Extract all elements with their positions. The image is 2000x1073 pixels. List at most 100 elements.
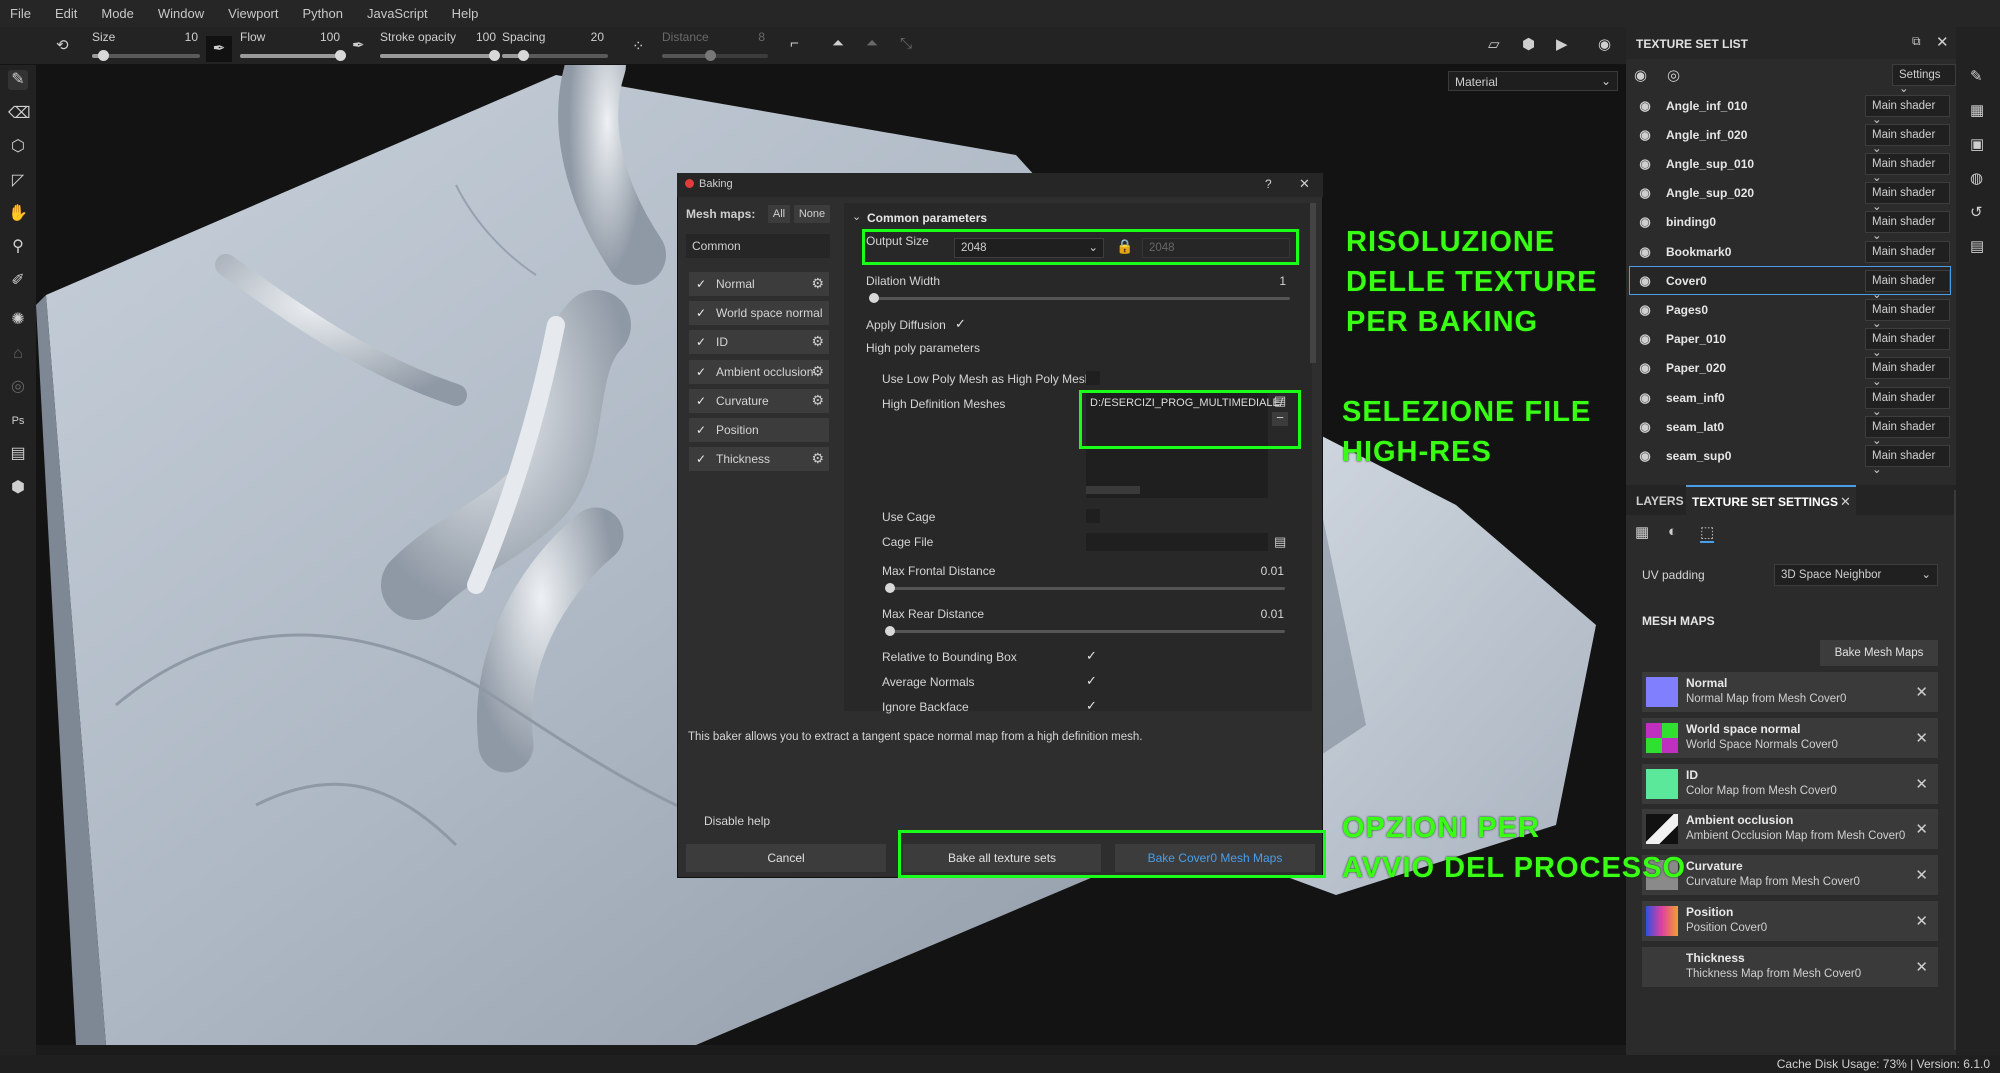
eye-icon[interactable]: ◉ bbox=[1630, 273, 1660, 289]
shader-select[interactable]: Main shader ⌄ bbox=[1865, 123, 1950, 155]
eye-icon[interactable]: ◉ bbox=[1630, 448, 1660, 464]
eye-icon[interactable]: ◉ bbox=[1630, 244, 1660, 260]
shader-select[interactable]: Main shader ⌄ bbox=[1865, 444, 1950, 476]
settings-icon[interactable]: ⚙ bbox=[811, 392, 824, 409]
eye-icon[interactable]: ◉ bbox=[1630, 214, 1660, 230]
eye-icon[interactable]: ◉ bbox=[1630, 331, 1660, 347]
max-frontal-value[interactable]: 0.01 bbox=[1226, 564, 1284, 578]
chevron-down-icon[interactable]: ⌄ bbox=[852, 210, 861, 223]
close-icon[interactable]: ✕ bbox=[1936, 33, 1949, 51]
shader-select[interactable]: Main shader ⌄ bbox=[1865, 240, 1950, 272]
spacing-value[interactable]: 20 bbox=[564, 30, 604, 44]
flow-pressure-icon[interactable]: ✒ bbox=[352, 36, 365, 54]
display-settings-icon[interactable]: ▣ bbox=[1970, 135, 1984, 153]
alignment-icon[interactable]: ⌐ bbox=[790, 35, 799, 52]
undock-icon[interactable]: ⧉ bbox=[1912, 34, 1921, 49]
camera-mode-icon[interactable]: ⬢ bbox=[1522, 35, 1535, 53]
dilation-slider[interactable] bbox=[869, 293, 1290, 303]
projection-icon[interactable]: ⬡ bbox=[8, 137, 28, 157]
baking-map-item[interactable]: ✓ World space normal bbox=[689, 301, 829, 326]
menu-help[interactable]: Help bbox=[452, 6, 479, 21]
settings-icon[interactable]: ⚙ bbox=[811, 333, 824, 350]
map-checkbox[interactable]: ✓ bbox=[696, 452, 710, 466]
close-icon[interactable]: ✕ bbox=[1915, 729, 1928, 747]
history-icon[interactable]: ↺ bbox=[1970, 203, 1983, 221]
eye-icon[interactable]: ◉ bbox=[1630, 390, 1660, 406]
bake-mesh-maps-button[interactable]: Bake Mesh Maps bbox=[1820, 640, 1938, 666]
distance-slider[interactable] bbox=[662, 50, 768, 61]
shader-select[interactable]: Main shader ⌄ bbox=[1865, 152, 1950, 184]
settings-icon[interactable]: ⚙ bbox=[811, 275, 824, 292]
bake-icon[interactable]: ✺ bbox=[8, 310, 28, 330]
menu-python[interactable]: Python bbox=[302, 6, 342, 21]
texture-set-row[interactable]: ◉ Paper_010 Main shader ⌄ bbox=[1630, 326, 1950, 359]
eye-icon[interactable]: ◉ bbox=[1630, 185, 1660, 201]
map-checkbox[interactable]: ✓ bbox=[696, 365, 710, 379]
tab-texture-set-settings[interactable]: TEXTURE SET SETTINGS ✕ bbox=[1686, 485, 1856, 515]
mesh-map-row[interactable]: Ambient occlusion Ambient Occlusion Map f… bbox=[1642, 809, 1938, 850]
shader-select[interactable]: Main shader ⌄ bbox=[1865, 211, 1950, 242]
display-mode-icon[interactable]: ▱ bbox=[1488, 35, 1500, 53]
shader-icon[interactable]: ◐ bbox=[1668, 523, 1677, 540]
pen-pressure-icon[interactable]: ✒ bbox=[206, 36, 232, 62]
disable-help-button[interactable]: Disable help bbox=[704, 814, 770, 828]
texture-set-row[interactable]: ◉ Angle_inf_010 Main shader ⌄ bbox=[1630, 92, 1950, 126]
menu-window[interactable]: Window bbox=[158, 6, 204, 21]
stroke-opacity-slider[interactable] bbox=[380, 50, 500, 61]
export-icon[interactable]: ⌂ bbox=[8, 344, 28, 364]
max-rear-value[interactable]: 0.01 bbox=[1226, 607, 1284, 621]
cancel-button[interactable]: Cancel bbox=[686, 844, 886, 872]
distance-value[interactable]: 8 bbox=[725, 30, 765, 44]
video-icon[interactable]: ▶ bbox=[1556, 35, 1568, 53]
lazy-mouse-icon[interactable]: ⁘ bbox=[632, 37, 645, 55]
mesh-map-row[interactable]: Normal Normal Map from Mesh Cover0 ✕ bbox=[1642, 672, 1938, 712]
mirror-icon[interactable]: ⏶ bbox=[832, 35, 844, 52]
color-picker-icon[interactable]: ✐ bbox=[8, 271, 28, 291]
flow-slider[interactable] bbox=[240, 50, 346, 61]
shader-select[interactable]: Main shader ⌄ bbox=[1865, 269, 1950, 301]
eye-icon[interactable]: ◎ bbox=[1667, 66, 1680, 84]
use-low-poly-checkbox[interactable] bbox=[1086, 371, 1100, 385]
texture-set-row[interactable]: ◉ Bookmark0 Main shader ⌄ bbox=[1630, 238, 1950, 272]
brush-settings-icon[interactable]: ✎ bbox=[1970, 67, 1983, 85]
texture-set-row[interactable]: ◉ seam_sup0 Main shader ⌄ bbox=[1630, 442, 1950, 476]
common-item[interactable]: Common bbox=[686, 234, 830, 258]
eye-icon[interactable]: ◉ bbox=[1630, 156, 1660, 172]
shader-select[interactable]: Main shader ⌄ bbox=[1865, 415, 1950, 447]
shader-select[interactable]: Main shader ⌄ bbox=[1865, 182, 1950, 213]
eye-icon[interactable]: ◉ bbox=[1630, 98, 1660, 114]
map-checkbox[interactable]: ✓ bbox=[696, 277, 710, 291]
mesh-map-row[interactable]: Thickness Thickness Map from Mesh Cover0 ✕ bbox=[1642, 946, 1938, 987]
list-scrollbar[interactable] bbox=[1086, 486, 1140, 494]
shader-select[interactable]: Main shader ⌄ bbox=[1865, 357, 1950, 388]
close-icon[interactable]: ✕ bbox=[1840, 494, 1851, 510]
menu-mode[interactable]: Mode bbox=[101, 6, 134, 21]
texture-set-row[interactable]: ◉ Angle_sup_020 Main shader ⌄ bbox=[1630, 180, 1950, 213]
menu-file[interactable]: File bbox=[10, 6, 31, 21]
max-rear-slider[interactable] bbox=[885, 626, 1285, 636]
eye-icon[interactable]: ◉ bbox=[1630, 127, 1660, 143]
mesh-map-row[interactable]: ID Color Map from Mesh Cover0 ✕ bbox=[1642, 763, 1938, 804]
photoshop-icon[interactable]: Ps bbox=[8, 411, 28, 431]
help-icon[interactable]: ? bbox=[1265, 177, 1272, 191]
max-frontal-slider[interactable] bbox=[885, 583, 1285, 593]
ignore-backface-checkbox[interactable]: ✓ bbox=[1086, 698, 1097, 714]
paint-brush-icon[interactable]: ✎ bbox=[8, 70, 28, 90]
map-checkbox[interactable]: ✓ bbox=[696, 423, 710, 437]
relative-bbox-checkbox[interactable]: ✓ bbox=[1086, 648, 1097, 664]
viewport-material-select[interactable]: Material ⌄ bbox=[1448, 71, 1618, 91]
texture-set-row[interactable]: ◉ Cover0 Main shader ⌄ bbox=[1629, 266, 1951, 301]
texture-set-row[interactable]: ◉ Angle_inf_020 Main shader ⌄ bbox=[1630, 121, 1950, 155]
eraser-icon[interactable]: ⌫ bbox=[8, 104, 31, 124]
parameters-scrollbar[interactable] bbox=[1310, 203, 1316, 363]
apply-diffusion-checkbox[interactable]: ✓ bbox=[955, 316, 966, 332]
smudge-icon[interactable]: ✋ bbox=[8, 204, 28, 224]
uv-padding-select[interactable]: 3D Space Neighbor ⌄ bbox=[1774, 564, 1938, 586]
map-checkbox[interactable]: ✓ bbox=[696, 306, 710, 320]
texture-set-row[interactable]: ◉ seam_lat0 Main shader ⌄ bbox=[1630, 413, 1950, 447]
texture-set-row[interactable]: ◉ Pages0 Main shader ⌄ bbox=[1630, 296, 1950, 330]
shader-select[interactable]: Main shader ⌄ bbox=[1865, 386, 1950, 418]
menu-edit[interactable]: Edit bbox=[55, 6, 77, 21]
size-slider[interactable] bbox=[92, 50, 200, 61]
mesh-map-row[interactable]: World space normal World Space Normals Co… bbox=[1642, 717, 1938, 758]
